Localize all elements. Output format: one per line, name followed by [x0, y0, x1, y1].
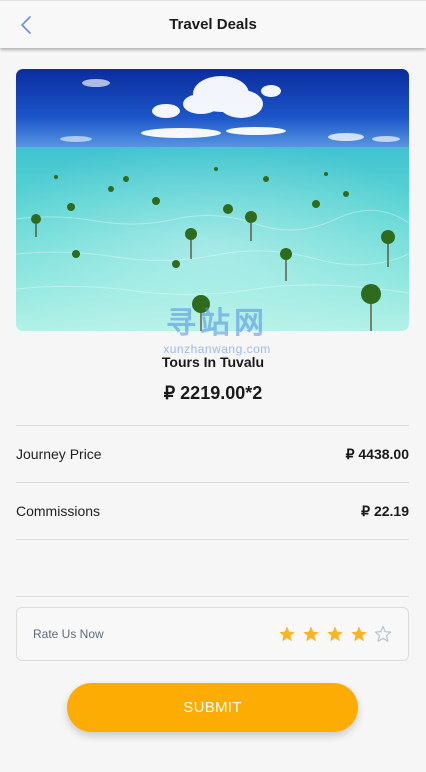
tour-image [16, 69, 409, 331]
star-filled-icon[interactable] [350, 625, 368, 643]
app-header: Travel Deals [0, 0, 426, 48]
commissions-row: Commissions ₽ 22.19 [16, 483, 409, 539]
star-rating[interactable] [278, 625, 392, 643]
divider [16, 596, 409, 597]
page-title: Travel Deals [169, 16, 257, 33]
commissions-value: ₽ 22.19 [361, 502, 409, 519]
journey-price-value: ₽ 4438.00 [345, 445, 409, 462]
journey-price-label: Journey Price [16, 446, 102, 462]
back-button[interactable] [14, 13, 38, 37]
star-empty-icon[interactable] [374, 625, 392, 643]
star-filled-icon[interactable] [326, 625, 344, 643]
star-filled-icon[interactable] [278, 625, 296, 643]
chevron-left-icon [21, 16, 31, 34]
rating-card: Rate Us Now [16, 607, 409, 661]
journey-price-row: Journey Price ₽ 4438.00 [16, 426, 409, 482]
tour-name: Tours In Tuvalu [161, 354, 265, 370]
submit-button[interactable]: SUBMIT [67, 683, 358, 732]
tour-price: ₽ 2219.00*2 [163, 383, 263, 403]
divider [16, 539, 409, 540]
rating-label: Rate Us Now [33, 627, 104, 641]
star-filled-icon[interactable] [302, 625, 320, 643]
commissions-label: Commissions [16, 503, 101, 519]
